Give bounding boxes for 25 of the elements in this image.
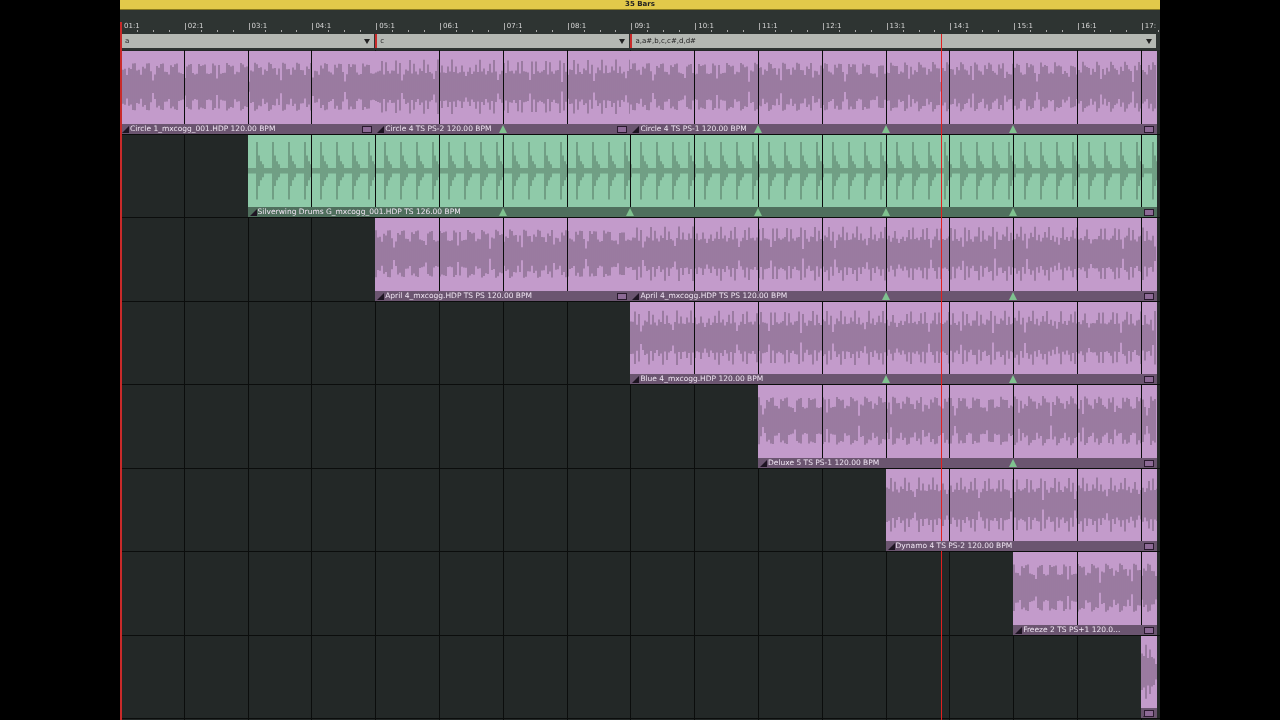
corner-icon (1015, 626, 1023, 634)
clip-menu-icon[interactable] (617, 125, 628, 133)
corner-icon (632, 376, 640, 383)
corner-icon (632, 125, 640, 133)
dropdown-icon[interactable] (1145, 39, 1152, 44)
corner-icon (632, 292, 640, 300)
clip-menu-icon[interactable] (1143, 209, 1154, 216)
corner-icon (760, 459, 767, 467)
corner-icon (122, 125, 129, 133)
dropdown-icon[interactable] (619, 39, 626, 44)
clip-menu-icon[interactable] (1143, 292, 1154, 300)
clip-menu-icon[interactable] (1143, 543, 1154, 550)
corner-icon (377, 292, 385, 300)
clip-menu-icon[interactable] (1143, 376, 1154, 383)
corner-icon (887, 543, 895, 550)
audio-clip[interactable] (1140, 635, 1157, 718)
clip-menu-icon[interactable] (1143, 125, 1154, 133)
corner-icon (249, 209, 257, 216)
clip-menu-icon[interactable] (617, 292, 628, 300)
corner-icon (377, 125, 385, 133)
dropdown-icon[interactable] (364, 39, 371, 44)
clip-menu-icon[interactable] (1143, 459, 1154, 467)
marker-icon[interactable] (754, 124, 762, 133)
clip-menu-icon[interactable] (362, 125, 373, 133)
clip-menu-icon[interactable] (1143, 626, 1154, 634)
